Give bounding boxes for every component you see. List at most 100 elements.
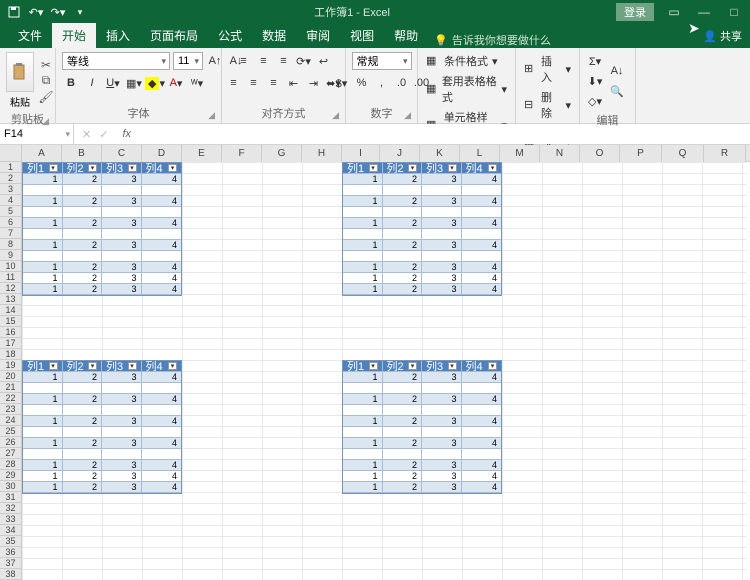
table-cell[interactable]: 2 <box>383 394 423 405</box>
wrap-text-icon[interactable]: ↩ <box>315 52 333 70</box>
align-left-icon[interactable]: ≡ <box>225 74 243 92</box>
table-cell[interactable]: 3 <box>102 460 142 471</box>
table-cell[interactable]: 2 <box>63 196 103 207</box>
row-header[interactable]: 10 <box>0 261 22 272</box>
table-header-cell[interactable]: 列4▾ <box>462 163 501 174</box>
table-cell[interactable] <box>142 449 181 460</box>
row-header[interactable]: 28 <box>0 459 22 470</box>
comma-icon[interactable]: , <box>373 74 391 92</box>
table-cell[interactable]: 2 <box>383 174 423 185</box>
table-cell[interactable]: 3 <box>102 482 142 493</box>
table-cell[interactable]: 1 <box>23 240 63 251</box>
table-cell[interactable]: 3 <box>102 240 142 251</box>
table-cell[interactable]: 1 <box>23 372 63 383</box>
phonetic-icon[interactable]: ᵂ▾ <box>188 74 206 92</box>
row-header[interactable]: 15 <box>0 316 22 327</box>
table-cell[interactable] <box>422 427 462 438</box>
tell-me-search[interactable]: 💡告诉我你想要做什么 <box>434 32 551 48</box>
table-cell[interactable] <box>63 251 103 262</box>
align-top-icon[interactable]: ≡ <box>235 52 253 70</box>
table-cell[interactable]: 2 <box>63 372 103 383</box>
table-cell[interactable]: 1 <box>343 460 383 471</box>
table-cell[interactable]: 1 <box>23 273 63 284</box>
table-cell[interactable]: 2 <box>383 273 423 284</box>
row-header[interactable]: 3 <box>0 184 22 195</box>
table-cell[interactable]: 3 <box>422 174 462 185</box>
table-cell[interactable] <box>23 185 63 196</box>
data-table[interactable]: 列1▾列2▾列3▾列4▾1234123412341234123412341234 <box>22 360 182 494</box>
filter-dropdown-icon[interactable]: ▾ <box>369 362 378 370</box>
filter-dropdown-icon[interactable]: ▾ <box>49 362 58 370</box>
table-cell[interactable] <box>23 427 63 438</box>
row-header[interactable]: 1 <box>0 162 22 173</box>
filter-dropdown-icon[interactable]: ▾ <box>168 164 177 172</box>
table-cell[interactable]: 1 <box>23 471 63 482</box>
tab-formulas[interactable]: 公式 <box>208 23 252 48</box>
table-cell[interactable] <box>63 383 103 394</box>
filter-dropdown-icon[interactable]: ▾ <box>448 362 457 370</box>
table-cell[interactable]: 3 <box>422 482 462 493</box>
filter-dropdown-icon[interactable]: ▾ <box>408 164 417 172</box>
col-header[interactable]: I <box>342 145 380 162</box>
table-cell[interactable]: 4 <box>142 372 181 383</box>
row-header[interactable]: 31 <box>0 492 22 503</box>
table-cell[interactable] <box>63 449 103 460</box>
table-cell[interactable]: 2 <box>63 262 103 273</box>
table-cell[interactable]: 2 <box>63 273 103 284</box>
row-header[interactable]: 29 <box>0 470 22 481</box>
table-cell[interactable]: 2 <box>63 482 103 493</box>
col-header[interactable]: O <box>580 145 620 162</box>
table-header-cell[interactable]: 列3▾ <box>422 163 462 174</box>
col-header[interactable]: B <box>62 145 102 162</box>
data-table[interactable]: 列1▾列2▾列3▾列4▾1234123412341234123412341234 <box>22 162 182 296</box>
row-header[interactable]: 25 <box>0 426 22 437</box>
row-header[interactable]: 18 <box>0 349 22 360</box>
tab-file[interactable]: 文件 <box>8 23 52 48</box>
table-cell[interactable] <box>383 251 423 262</box>
col-header[interactable]: R <box>704 145 746 162</box>
fill-icon[interactable]: ⬇▾ <box>586 72 604 90</box>
table-cell[interactable]: 3 <box>422 273 462 284</box>
table-cell[interactable] <box>462 229 501 240</box>
table-cell[interactable]: 1 <box>23 196 63 207</box>
row-header[interactable]: 27 <box>0 448 22 459</box>
table-cell[interactable]: 4 <box>462 174 501 185</box>
table-cell[interactable]: 3 <box>102 273 142 284</box>
table-cell[interactable] <box>102 207 142 218</box>
table-cell[interactable] <box>343 427 383 438</box>
table-cell[interactable]: 2 <box>63 394 103 405</box>
table-cell[interactable]: 1 <box>343 273 383 284</box>
table-cell[interactable]: 2 <box>63 460 103 471</box>
table-cell[interactable]: 4 <box>142 273 181 284</box>
row-header[interactable]: 26 <box>0 437 22 448</box>
col-header[interactable]: H <box>302 145 342 162</box>
table-cell[interactable] <box>142 229 181 240</box>
worksheet[interactable]: ABCDEFGHIJKLMNOPQR 123456789101112131415… <box>0 145 750 580</box>
table-cell[interactable] <box>23 383 63 394</box>
table-header-cell[interactable]: 列2▾ <box>383 163 423 174</box>
table-cell[interactable] <box>462 207 501 218</box>
filter-dropdown-icon[interactable]: ▾ <box>168 362 177 370</box>
table-cell[interactable]: 2 <box>383 372 423 383</box>
name-box[interactable]: F14 <box>0 124 74 144</box>
sort-filter-icon[interactable]: A↓ <box>608 62 626 80</box>
table-header-cell[interactable]: 列1▾ <box>343 163 383 174</box>
table-cell[interactable]: 3 <box>102 372 142 383</box>
table-cell[interactable] <box>422 185 462 196</box>
row-header[interactable]: 33 <box>0 514 22 525</box>
table-cell[interactable]: 2 <box>383 262 423 273</box>
table-cell[interactable]: 1 <box>23 482 63 493</box>
font-size-combo[interactable]: 11 <box>173 52 203 70</box>
ribbon-display-icon[interactable]: ▭ <box>664 5 684 19</box>
table-cell[interactable]: 2 <box>63 284 103 295</box>
table-cell[interactable] <box>462 449 501 460</box>
table-cell[interactable]: 4 <box>142 284 181 295</box>
table-cell[interactable]: 3 <box>422 460 462 471</box>
insert-cells-button[interactable]: ⊞插入▾ <box>522 52 573 86</box>
table-cell[interactable]: 3 <box>102 471 142 482</box>
filter-dropdown-icon[interactable]: ▾ <box>369 164 378 172</box>
table-cell[interactable] <box>102 185 142 196</box>
table-cell[interactable]: 2 <box>383 482 423 493</box>
fx-icon[interactable]: fx <box>116 128 137 140</box>
table-header-cell[interactable]: 列1▾ <box>23 361 63 372</box>
